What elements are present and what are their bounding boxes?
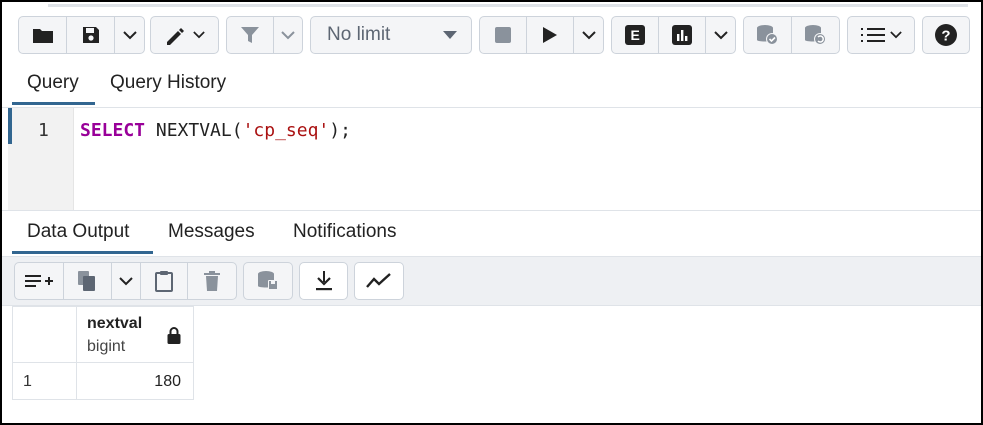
sql-tail: );: [329, 120, 351, 141]
stop-button[interactable]: [480, 17, 528, 53]
add-row-icon: [24, 275, 53, 287]
pen-icon: [167, 28, 184, 45]
execute-group: [479, 16, 604, 54]
macros-group: [847, 16, 915, 54]
row-number-cell[interactable]: 1: [12, 362, 77, 400]
filter-group: [226, 16, 303, 54]
execute-button[interactable]: [527, 17, 575, 53]
grid-corner-cell: [12, 306, 77, 363]
chevron-down-icon: [119, 276, 133, 285]
paste-button[interactable]: [141, 263, 189, 299]
edit-button[interactable]: [151, 17, 218, 53]
cell-value: 180: [154, 373, 181, 390]
chevron-down-icon: [714, 30, 728, 39]
explain-letter: E: [630, 27, 640, 43]
svg-text:?: ?: [941, 28, 950, 45]
edit-group: [150, 16, 219, 54]
filter-button[interactable]: [227, 17, 274, 53]
rollback-button[interactable]: [792, 17, 840, 53]
caret-down-icon: [443, 31, 457, 39]
download-button[interactable]: [300, 263, 347, 299]
clipboard-icon: [155, 271, 174, 292]
active-output-tab-indicator: [12, 251, 153, 254]
explain-icon: E: [625, 25, 646, 45]
line-chart-icon: [366, 273, 391, 288]
line-number: 1: [38, 120, 49, 141]
row-edit-group: [14, 262, 237, 300]
execute-options-dropdown[interactable]: [574, 17, 603, 53]
folder-icon: [32, 29, 53, 43]
filter-dropdown[interactable]: [274, 17, 302, 53]
chevron-down-icon: [193, 31, 205, 39]
stop-icon: [495, 27, 512, 43]
help-icon: ?: [935, 24, 957, 46]
tab-data-output[interactable]: Data Output: [27, 221, 129, 243]
explain-options-dropdown[interactable]: [706, 17, 735, 53]
tab-query-history[interactable]: Query History: [110, 72, 226, 94]
help-group: ?: [922, 16, 970, 54]
tab-query[interactable]: Query: [27, 72, 79, 94]
delete-button[interactable]: [188, 263, 236, 299]
column-name: nextval: [87, 315, 143, 332]
save-options-dropdown[interactable]: [115, 17, 144, 53]
copy-options-dropdown[interactable]: [112, 263, 141, 299]
open-file-button[interactable]: [19, 17, 67, 53]
main-toolbar: No limit E ?: [2, 10, 981, 62]
database-commit-icon: [757, 25, 779, 45]
database-save-icon: [258, 271, 278, 290]
row-number: 1: [23, 373, 32, 390]
column-header[interactable]: nextval bigint: [76, 306, 194, 363]
download-group: [299, 262, 348, 300]
column-type: bigint: [87, 338, 126, 355]
output-tabs: Data Output Messages Notifications: [2, 211, 981, 257]
save-file-button[interactable]: [67, 17, 115, 53]
query-tool-window: No limit E ? Query Query History 1 SELEC…: [0, 0, 983, 425]
save-data-group: [243, 262, 293, 300]
file-group: [18, 16, 145, 54]
limit-value: No limit: [327, 24, 391, 45]
active-tab-indicator: [12, 102, 95, 105]
commit-button[interactable]: [744, 17, 792, 53]
explain-group: E: [611, 16, 736, 54]
copy-button[interactable]: [64, 263, 113, 299]
help-button[interactable]: ?: [923, 17, 969, 53]
transaction-group: [743, 16, 840, 54]
graph-group: [354, 262, 404, 300]
top-strip: [48, 4, 968, 7]
play-icon: [543, 27, 558, 43]
bar-chart-icon: [672, 25, 693, 45]
sql-keyword: SELECT: [80, 120, 146, 141]
active-line-marker: [8, 108, 12, 144]
chevron-down-icon: [582, 30, 596, 39]
filter-icon: [240, 27, 259, 43]
sql-editor[interactable]: 1 SELECT NEXTVAL('cp_seq');: [2, 108, 981, 211]
add-row-button[interactable]: [15, 263, 64, 299]
code-line[interactable]: SELECT NEXTVAL('cp_seq');: [80, 120, 351, 141]
query-tabs: Query Query History: [2, 62, 981, 108]
save-data-button[interactable]: [244, 263, 292, 299]
lock-icon: [167, 327, 181, 344]
macros-button[interactable]: [848, 17, 914, 53]
output-toolbar: [2, 257, 981, 306]
database-rollback-icon: [805, 25, 827, 45]
table-cell[interactable]: 180: [76, 362, 194, 400]
copy-icon: [78, 271, 96, 291]
save-icon: [82, 27, 99, 43]
chevron-down-icon: [281, 30, 295, 39]
tab-notifications[interactable]: Notifications: [293, 221, 397, 243]
tab-messages[interactable]: Messages: [168, 221, 255, 243]
download-icon: [315, 271, 332, 291]
chevron-down-icon: [889, 31, 902, 39]
numbered-list-icon: [860, 28, 885, 42]
graph-visualiser-button[interactable]: [355, 263, 403, 299]
explain-analyze-button[interactable]: [659, 17, 707, 53]
trash-icon: [204, 271, 221, 291]
sql-string: 'cp_seq': [242, 120, 330, 141]
explain-button[interactable]: E: [612, 17, 660, 53]
chevron-down-icon: [122, 30, 137, 39]
sql-function: NEXTVAL(: [145, 120, 243, 141]
limit-select[interactable]: No limit: [310, 16, 472, 54]
